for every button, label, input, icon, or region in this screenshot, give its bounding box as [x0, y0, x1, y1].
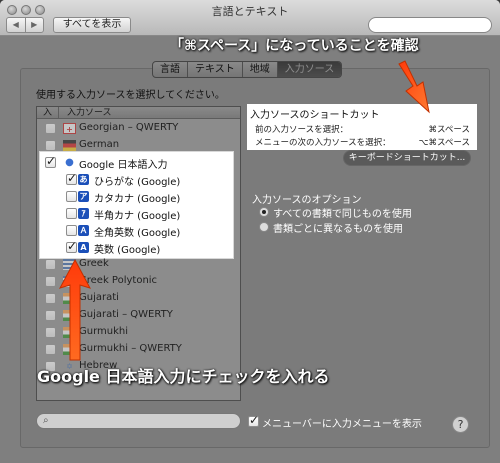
annotation-bottom: Google 日本語入力にチェックを入れる: [37, 367, 330, 386]
row-label: 英数 (Google): [94, 245, 161, 256]
row-label: German: [79, 139, 120, 150]
forward-button[interactable]: ▶: [24, 18, 44, 32]
back-button[interactable]: ◀: [7, 18, 25, 32]
row-label: 全角英数 (Google): [94, 228, 181, 239]
katakana-icon: ア: [78, 191, 89, 202]
row-checkbox[interactable]: [45, 327, 56, 338]
arrow-to-shortcut-icon: [398, 60, 430, 114]
tab-region[interactable]: 地域: [241, 62, 277, 77]
search-field[interactable]: [368, 17, 492, 33]
row-checkbox[interactable]: [45, 344, 56, 355]
nav-buttons: ◀ ▶: [6, 17, 44, 33]
alnum-icon: A: [78, 242, 89, 253]
row-checkbox[interactable]: [45, 123, 56, 134]
prev-source-label: 前の入力ソースを選択：: [255, 125, 349, 135]
halfwidth-kana-icon: ｱ: [78, 208, 89, 219]
row-label: 半角カナ (Google): [94, 211, 181, 222]
tab-text[interactable]: テキスト: [187, 62, 242, 77]
row-checkbox[interactable]: [66, 171, 77, 185]
row-label: Georgian – QWERTY: [79, 122, 179, 133]
row-checkbox[interactable]: [45, 259, 56, 270]
tab-bar: 言語 テキスト 地域 入力ソース: [152, 61, 343, 78]
row-checkbox[interactable]: [45, 276, 56, 287]
next-source-shortcut[interactable]: ⌥⌘スペース: [419, 136, 470, 148]
shortcut-title: 入力ソースのショートカット: [250, 110, 380, 121]
row-label: Gurmukhi – QWERTY: [79, 343, 182, 354]
source-column-header[interactable]: 入力ソース: [59, 107, 112, 118]
next-source-label: メニューの次の入力ソースを選択：: [255, 138, 391, 148]
list-header: 入 入力ソース: [37, 107, 240, 119]
show-input-menu-checkbox[interactable]: [248, 413, 259, 427]
row-checkbox[interactable]: [45, 310, 56, 321]
per-doc-radio[interactable]: [259, 222, 269, 232]
arrow-to-google-ime-icon: [58, 258, 92, 361]
fullwidth-alnum-icon: Ａ: [78, 225, 89, 236]
google-ime-icon: ●: [65, 157, 74, 168]
show-input-menu-label: メニューバーに入力メニューを表示: [262, 419, 422, 430]
row-label: ひらがな (Google): [94, 177, 181, 188]
annotation-top: 「⌘スペース」になっていることを確認: [170, 38, 419, 54]
list-search-field[interactable]: ⌕: [36, 413, 241, 429]
prev-source-shortcut[interactable]: ⌘スペース: [429, 123, 470, 135]
row-label: Google 日本語入力: [79, 160, 168, 171]
preferences-window: 言語とテキスト ◀ ▶ すべてを表示 言語 テキスト 地域 入力ソース 使用する…: [0, 0, 500, 463]
options-title: 入力ソースのオプション: [252, 195, 362, 206]
tab-input-sources[interactable]: 入力ソース: [276, 62, 342, 77]
shortcut-panel: 入力ソースのショートカット 前の入力ソースを選択： ⌘スペース メニューの次の入…: [247, 104, 477, 150]
row-checkbox[interactable]: [66, 225, 77, 236]
row-checkbox[interactable]: [45, 154, 56, 168]
row-checkbox[interactable]: [66, 208, 77, 219]
instruction-text: 使用する入力ソースを選択してください。: [36, 90, 225, 101]
germany-flag-icon: [63, 140, 76, 151]
row-checkbox[interactable]: [66, 239, 77, 253]
row-checkbox[interactable]: [45, 293, 56, 304]
keyboard-shortcuts-button[interactable]: キーボードショートカット...: [343, 150, 471, 166]
title-bar: 言語とテキスト ◀ ▶ すべてを表示: [0, 0, 500, 36]
show-all-button[interactable]: すべてを表示: [53, 17, 131, 33]
row-checkbox[interactable]: [45, 140, 56, 151]
tab-language[interactable]: 言語: [153, 62, 187, 77]
row-label: Gujarati – QWERTY: [79, 309, 173, 320]
row-label: カタカナ (Google): [94, 194, 181, 205]
search-icon: ⌕: [43, 415, 49, 426]
same-all-label: すべての書類で同じものを使用: [273, 209, 412, 220]
per-doc-label: 書類ごとに異なるものを使用: [273, 224, 403, 235]
enable-column-header[interactable]: 入: [37, 107, 59, 118]
help-button[interactable]: ?: [452, 416, 469, 433]
hiragana-icon: あ: [78, 174, 89, 185]
row-checkbox[interactable]: [66, 191, 77, 202]
same-all-radio[interactable]: [259, 207, 269, 217]
georgia-flag-icon: +: [63, 123, 76, 134]
